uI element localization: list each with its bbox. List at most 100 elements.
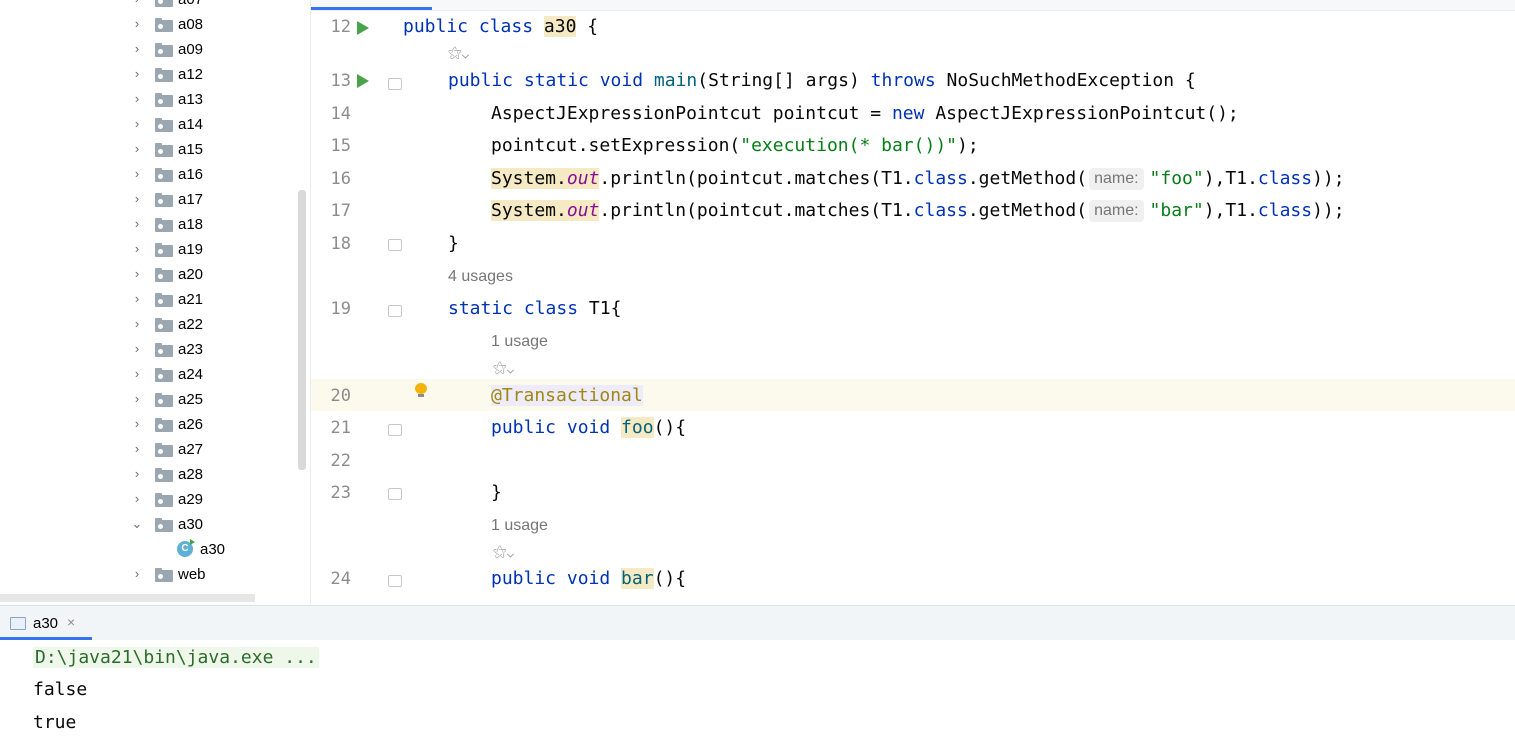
annotation: @Transactional	[491, 385, 643, 406]
fold-icon[interactable]	[388, 78, 402, 90]
console-command[interactable]: D:\java21\bin\java.exe ...	[33, 647, 319, 668]
code-editor[interactable]: 12 13 14 15 16 17 18 19 20 21 22 23 24 p…	[311, 11, 1515, 605]
package-folder-icon	[155, 243, 173, 257]
tree-folder-label: web	[178, 566, 206, 583]
line-number: 20	[330, 386, 351, 406]
class-icon-letter: C	[181, 543, 189, 554]
chevron-right-icon[interactable]: ›	[130, 292, 144, 306]
keyword: class	[1257, 168, 1313, 189]
tree-folder-label: a27	[178, 441, 204, 458]
static-field: out	[566, 168, 600, 189]
line-number: 24	[330, 569, 351, 589]
code-text: .getMethod(	[967, 200, 1088, 221]
tree-folder-a25[interactable]: › a25	[0, 388, 300, 413]
chevron-right-icon[interactable]: ›	[130, 492, 144, 506]
tree-folder-a30[interactable]: ⌄ a30	[0, 513, 300, 538]
lightbulb-icon[interactable]	[415, 383, 427, 397]
tree-vertical-scrollbar[interactable]	[298, 190, 306, 470]
tree-class-a30[interactable]: Ca30	[0, 538, 300, 563]
tree-folder-a23[interactable]: › a23	[0, 338, 300, 363]
chevron-right-icon[interactable]: ›	[130, 267, 144, 281]
chevron-right-icon[interactable]: ›	[130, 367, 144, 381]
package-folder-icon	[155, 193, 173, 207]
usages-hint[interactable]: 1 usage	[491, 333, 548, 351]
console-output[interactable]: D:\java21\bin\java.exe ... false true	[0, 640, 1515, 755]
ai-assistant-icon[interactable]: ⚝⌄	[493, 359, 514, 376]
chevron-right-icon[interactable]: ›	[130, 442, 144, 456]
fold-icon[interactable]	[388, 305, 402, 317]
chevron-right-icon[interactable]: ›	[130, 42, 144, 56]
tree-folder-a14[interactable]: › a14	[0, 113, 300, 138]
line-number: 19	[330, 299, 351, 319]
package-folder-icon	[155, 293, 173, 307]
tree-folder-a09[interactable]: › a09	[0, 38, 300, 63]
code-text: ),T1.	[1203, 168, 1258, 189]
keyword: class	[913, 168, 968, 189]
tree-folder-a16[interactable]: › a16	[0, 163, 300, 188]
tree-folder-web[interactable]: › web	[0, 563, 300, 588]
tree-folder-a22[interactable]: › a22	[0, 313, 300, 338]
ai-assistant-icon[interactable]: ⚝⌄	[493, 543, 514, 560]
tree-folder-a26[interactable]: › a26	[0, 413, 300, 438]
tree-folder-label: a23	[178, 341, 204, 358]
keyword: public void	[491, 417, 622, 438]
chevron-right-icon[interactable]: ›	[130, 342, 144, 356]
package-folder-icon	[155, 68, 173, 82]
tree-folder-a27[interactable]: › a27	[0, 438, 300, 463]
chevron-right-icon[interactable]: ›	[130, 392, 144, 406]
chevron-right-icon[interactable]: ›	[130, 17, 144, 31]
usages-hint[interactable]: 4 usages	[448, 268, 513, 286]
chevron-right-icon[interactable]: ›	[130, 67, 144, 81]
tree-horizontal-scrollbar[interactable]	[0, 594, 255, 602]
fold-icon[interactable]	[388, 488, 402, 500]
usages-hint[interactable]: 1 usage	[491, 517, 548, 535]
console-line: D:\java21\bin\java.exe ...	[33, 647, 319, 668]
run-class-icon[interactable]	[357, 21, 369, 35]
tree-folder-a17[interactable]: › a17	[0, 188, 300, 213]
chevron-right-icon[interactable]: ›	[130, 167, 144, 181]
tree-folder-label: a24	[178, 366, 204, 383]
console-line: true	[33, 712, 77, 733]
tree-folder-label: a25	[178, 391, 204, 408]
run-tab-a30[interactable]: a30 ×	[0, 606, 92, 640]
fold-icon[interactable]	[388, 424, 402, 436]
tree-folder-a07[interactable]: › a07	[0, 0, 300, 13]
chevron-right-icon[interactable]: ›	[130, 0, 144, 6]
chevron-down-icon[interactable]: ⌄	[130, 517, 144, 531]
chevron-right-icon[interactable]: ›	[130, 142, 144, 156]
chevron-right-icon[interactable]: ›	[130, 92, 144, 106]
chevron-right-icon[interactable]: ›	[130, 242, 144, 256]
tree-folder-label: a28	[178, 466, 204, 483]
ai-assistant-icon[interactable]: ⚝⌄	[448, 44, 469, 61]
tree-folder-a20[interactable]: › a20	[0, 263, 300, 288]
chevron-right-icon[interactable]: ›	[130, 567, 144, 581]
close-icon[interactable]: ×	[67, 614, 75, 630]
tree-folder-a15[interactable]: › a15	[0, 138, 300, 163]
tree-folder-a18[interactable]: › a18	[0, 213, 300, 238]
tree-folder-a24[interactable]: › a24	[0, 363, 300, 388]
fold-icon[interactable]	[388, 239, 402, 251]
tree-folder-a13[interactable]: › a13	[0, 88, 300, 113]
tree-folder-label: a20	[178, 266, 204, 283]
chevron-right-icon[interactable]: ›	[130, 417, 144, 431]
fold-icon[interactable]	[388, 575, 402, 587]
class-name: a30	[543, 16, 577, 37]
chevron-right-icon[interactable]: ›	[130, 217, 144, 231]
method-name: main	[653, 70, 698, 91]
run-main-icon[interactable]	[357, 74, 369, 88]
method-name: foo	[621, 417, 654, 438]
package-folder-icon	[155, 268, 173, 282]
string-literal: "foo"	[1149, 168, 1204, 189]
keyword: throws	[870, 70, 936, 91]
chevron-right-icon[interactable]: ›	[130, 467, 144, 481]
code-line-13: public static void main(String[] args) t…	[448, 70, 1196, 91]
chevron-right-icon[interactable]: ›	[130, 117, 144, 131]
tree-folder-a21[interactable]: › a21	[0, 288, 300, 313]
chevron-right-icon[interactable]: ›	[130, 317, 144, 331]
tree-folder-a28[interactable]: › a28	[0, 463, 300, 488]
tree-folder-a29[interactable]: › a29	[0, 488, 300, 513]
tree-folder-a12[interactable]: › a12	[0, 63, 300, 88]
chevron-right-icon[interactable]: ›	[130, 192, 144, 206]
tree-folder-a19[interactable]: › a19	[0, 238, 300, 263]
tree-folder-a08[interactable]: › a08	[0, 13, 300, 38]
